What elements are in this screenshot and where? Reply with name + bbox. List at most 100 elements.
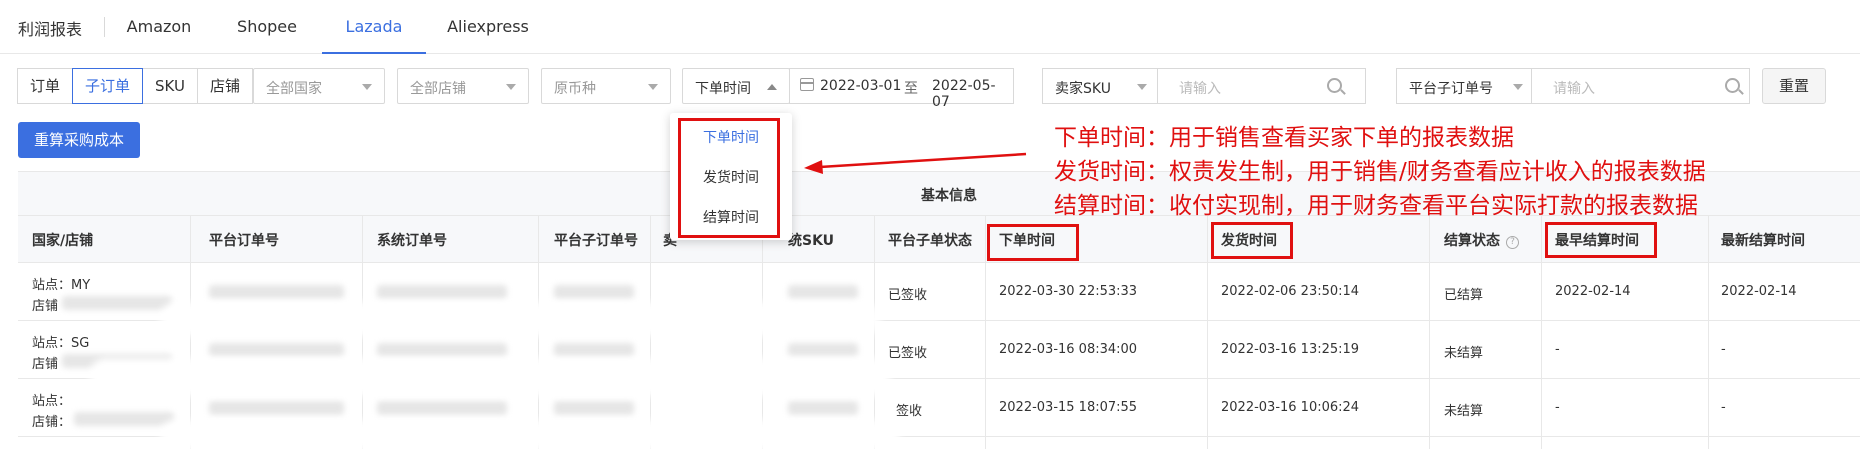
search-icon[interactable] bbox=[1725, 78, 1740, 93]
redacted-value bbox=[209, 285, 344, 299]
row-shop: 店铺： bbox=[32, 415, 72, 430]
row-earliest-settle: 2022-02-14 bbox=[1555, 284, 1631, 299]
redacted-value bbox=[554, 401, 634, 415]
highlight-box bbox=[987, 224, 1079, 261]
row-sub-status: 签收 bbox=[896, 404, 923, 419]
col-sub-status: 平台子单状态 bbox=[888, 233, 972, 249]
chevron-down-icon bbox=[1137, 84, 1147, 90]
redacted-value bbox=[554, 285, 634, 299]
annotation-order-time: 下单时间：用于销售查看买家下单的报表数据 bbox=[1054, 125, 1514, 151]
highlight-box bbox=[1211, 222, 1293, 259]
date-separator: 至 bbox=[904, 81, 918, 97]
row-earliest-settle: - bbox=[1555, 400, 1560, 415]
recalculate-cost-button[interactable]: 重算采购成本 bbox=[18, 122, 140, 158]
redacted-value bbox=[377, 343, 507, 357]
order-type-segment: 订单 子订单 SKU 店铺 bbox=[17, 68, 253, 104]
chevron-down-icon bbox=[1513, 84, 1523, 90]
row-site: 站点：MY bbox=[32, 278, 91, 293]
segment-sub-order[interactable]: 子订单 bbox=[72, 68, 144, 104]
tab-aliexpress[interactable]: Aliexpress bbox=[438, 0, 538, 54]
country-select-value: 全部国家 bbox=[266, 81, 322, 97]
redaction-stroke bbox=[160, 302, 880, 336]
currency-select[interactable]: 原币种 bbox=[541, 68, 671, 104]
annotation-settle-time: 结算时间：收付实现制，用于财务查看平台实际打款的报表数据 bbox=[1054, 193, 1698, 219]
date-start: 2022-03-01 bbox=[820, 78, 902, 94]
group-header-label: 基本信息 bbox=[921, 188, 977, 204]
row-sub-status: 已签收 bbox=[888, 288, 928, 303]
chevron-up-icon bbox=[767, 84, 777, 90]
redacted-value bbox=[788, 285, 858, 299]
col-country-store: 国家/店铺 bbox=[32, 233, 94, 249]
country-select[interactable]: 全部国家 bbox=[253, 68, 385, 104]
col-latest-settle: 最新结算时间 bbox=[1721, 233, 1805, 249]
highlight-box bbox=[678, 118, 780, 238]
sub-order-input[interactable]: 请输入 bbox=[1531, 78, 1595, 98]
row-ship-time: 2022-03-16 13:25:19 bbox=[1221, 342, 1360, 357]
page-title: 利润报表 bbox=[18, 20, 83, 39]
annotation-arrow bbox=[804, 152, 1027, 174]
row-site: 站点：SG bbox=[32, 336, 90, 351]
seller-sku-filter: 卖家SKU 请输入 bbox=[1042, 68, 1366, 104]
row-shop: 店铺 bbox=[32, 299, 59, 314]
col-system-sku: 统SKU bbox=[788, 233, 835, 249]
chevron-down-icon bbox=[648, 84, 658, 90]
redacted-value bbox=[377, 285, 507, 299]
redacted-value bbox=[209, 343, 344, 357]
row-ship-time: 2022-03-16 10:06:24 bbox=[1221, 400, 1360, 415]
chevron-down-icon bbox=[506, 84, 516, 90]
segment-sku[interactable]: SKU bbox=[142, 68, 198, 104]
redacted-value bbox=[788, 343, 858, 357]
seller-sku-input[interactable]: 请输入 bbox=[1179, 78, 1221, 98]
row-sub-status: 已签收 bbox=[888, 346, 928, 361]
redacted-value bbox=[788, 401, 858, 415]
row-order-time: 2022-03-16 08:34:00 bbox=[999, 342, 1138, 357]
row-settle-status: 已结算 bbox=[1444, 288, 1484, 303]
annotation-ship-time: 发货时间：权责发生制，用于销售/财务查看应计收入的报表数据 bbox=[1054, 159, 1706, 185]
redacted-value bbox=[209, 401, 344, 415]
segment-order[interactable]: 订单 bbox=[17, 68, 74, 104]
row-earliest-settle: - bbox=[1555, 342, 1560, 357]
time-type-select-value: 下单时间 bbox=[695, 81, 751, 97]
redacted-value bbox=[377, 401, 507, 415]
highlight-box bbox=[1545, 222, 1657, 258]
sub-order-type[interactable]: 平台子订单号 bbox=[1409, 78, 1493, 98]
col-settle-status: 结算状态? bbox=[1444, 230, 1519, 250]
redacted-value bbox=[74, 412, 174, 426]
calendar-icon bbox=[800, 78, 814, 91]
help-icon[interactable]: ? bbox=[1506, 236, 1519, 249]
row-settle-status: 未结算 bbox=[1444, 346, 1484, 361]
combo-divider bbox=[1157, 69, 1158, 103]
tab-shopee[interactable]: Shopee bbox=[218, 0, 316, 54]
col-platform-order: 平台订单号 bbox=[209, 233, 279, 249]
segment-store[interactable]: 店铺 bbox=[196, 68, 253, 104]
row-latest-settle: - bbox=[1721, 342, 1726, 357]
time-type-select[interactable]: 下单时间 bbox=[682, 68, 790, 104]
row-latest-settle: - bbox=[1721, 400, 1726, 415]
redaction-stroke bbox=[90, 358, 890, 396]
seller-sku-type[interactable]: 卖家SKU bbox=[1055, 78, 1111, 98]
col-sub-order: 平台子订单号 bbox=[554, 233, 638, 249]
row-latest-settle: 2022-02-14 bbox=[1721, 284, 1797, 299]
row-order-time: 2022-03-30 22:53:33 bbox=[999, 284, 1138, 299]
search-icon[interactable] bbox=[1327, 78, 1342, 93]
col-system-order: 系统订单号 bbox=[377, 233, 447, 249]
chevron-down-icon bbox=[362, 84, 372, 90]
row-order-time: 2022-03-15 18:07:55 bbox=[999, 400, 1138, 415]
sub-order-filter: 平台子订单号 请输入 bbox=[1396, 68, 1750, 104]
row-site: 站点： bbox=[32, 394, 72, 409]
row-settle-status: 未结算 bbox=[1444, 404, 1484, 419]
row-ship-time: 2022-02-06 23:50:14 bbox=[1221, 284, 1360, 299]
row-shop: 店铺 bbox=[32, 357, 59, 372]
store-select-value: 全部店铺 bbox=[410, 81, 466, 97]
currency-select-value: 原币种 bbox=[554, 81, 596, 97]
redaction-stroke bbox=[160, 420, 900, 449]
redacted-value bbox=[62, 296, 172, 310]
col-settle-status-label: 结算状态 bbox=[1444, 233, 1500, 249]
tab-lazada[interactable]: Lazada bbox=[322, 0, 426, 54]
date-range-picker[interactable]: 2022-03-01 至 2022-05-07 bbox=[789, 68, 1014, 110]
reset-button[interactable]: 重置 bbox=[1762, 68, 1826, 104]
tab-amazon[interactable]: Amazon bbox=[110, 0, 208, 54]
date-end: 2022-05-07 bbox=[932, 78, 996, 110]
store-select[interactable]: 全部店铺 bbox=[397, 68, 529, 104]
filter-bar: 订单 子订单 SKU 店铺 全部国家 全部店铺 原币种 下单时间 2022-03… bbox=[0, 68, 1860, 110]
